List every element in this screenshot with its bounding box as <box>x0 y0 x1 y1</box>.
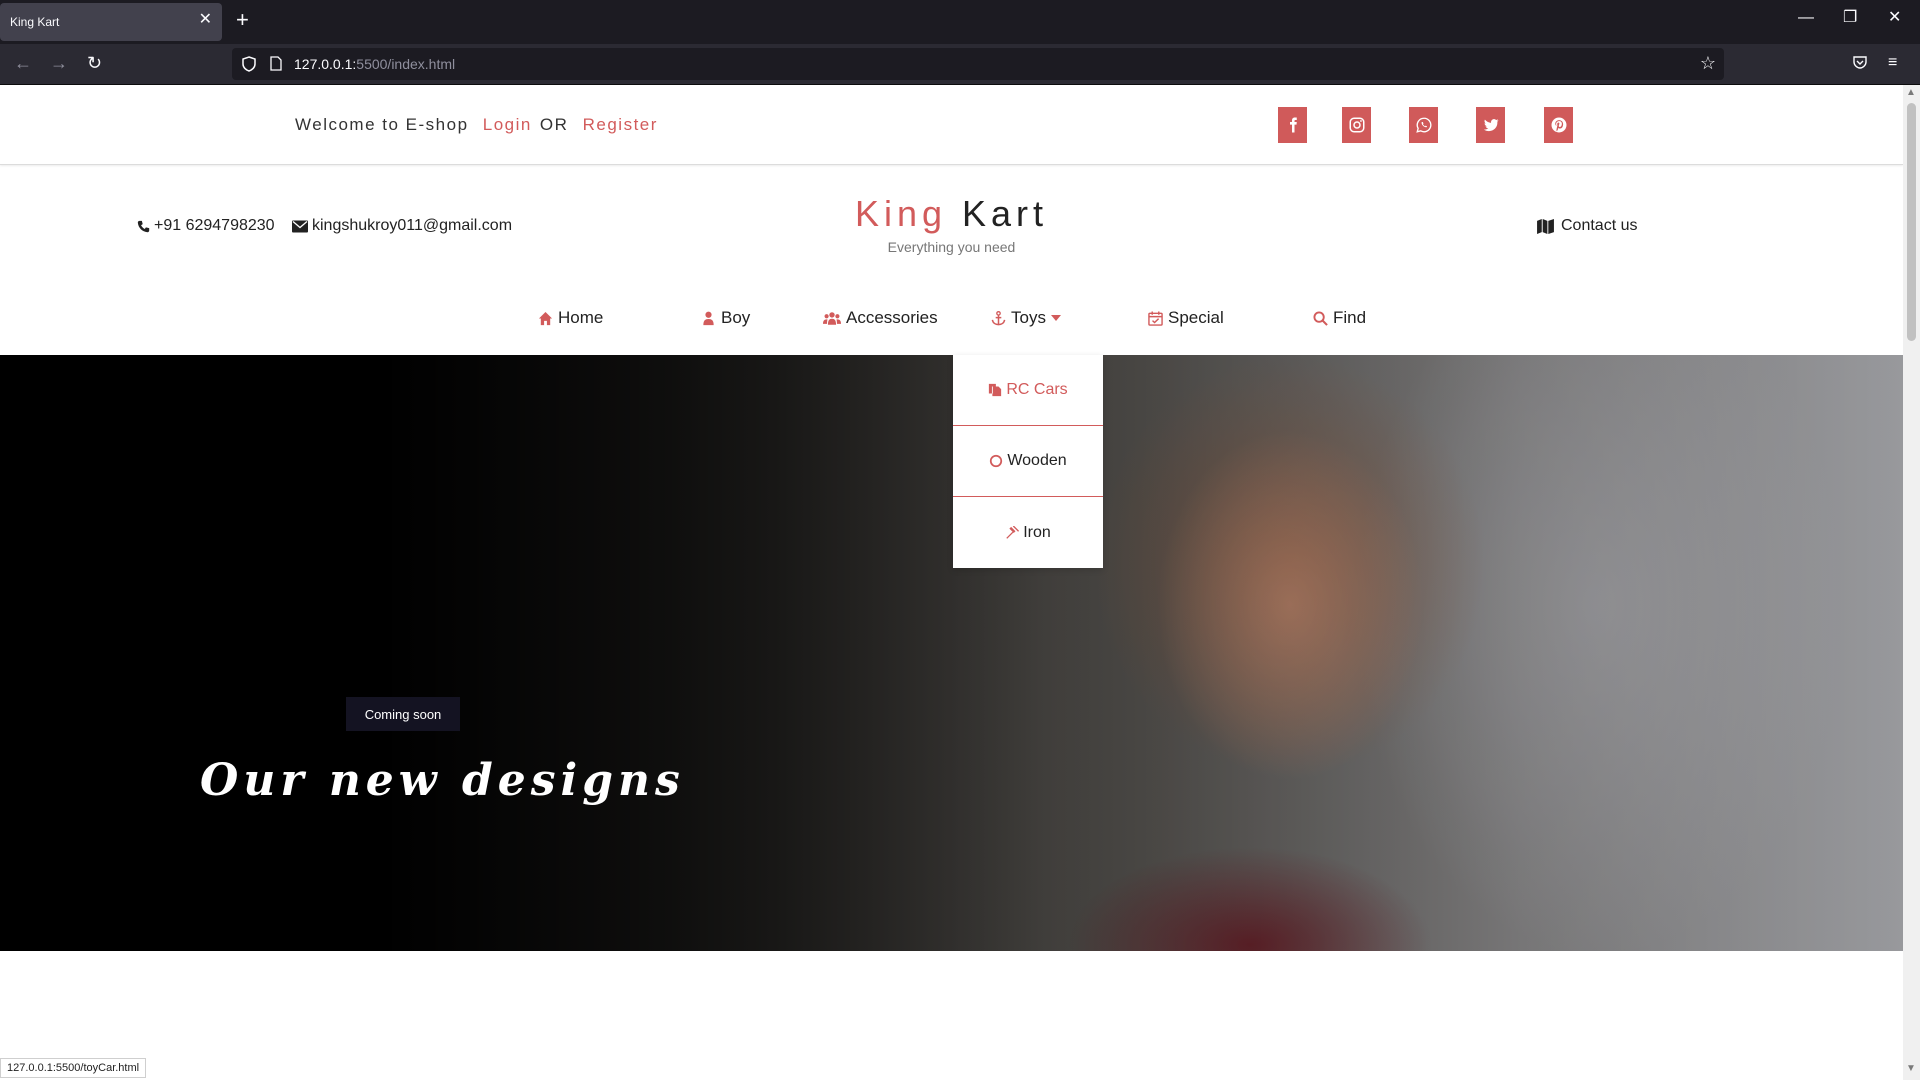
gavel-icon <box>1006 525 1020 539</box>
nav-special-label: Special <box>1168 308 1224 327</box>
brand-second: Kart <box>962 193 1049 234</box>
menu-icon[interactable]: ≡ <box>1888 54 1897 72</box>
twitter-icon[interactable] <box>1476 107 1505 143</box>
copy-icon <box>989 383 1002 397</box>
dropdown-item-iron[interactable]: Iron <box>953 497 1103 568</box>
top-bar: Welcome to E-shop Login OR Register <box>0 85 1903 165</box>
or-text: OR <box>539 115 569 134</box>
nav-find[interactable]: Find <box>1313 308 1366 328</box>
welcome-line: Welcome to E-shop Login OR Register <box>295 115 666 135</box>
browser-tab[interactable]: King Kart ✕ <box>0 3 222 41</box>
home-icon <box>538 311 553 325</box>
scroll-down-icon[interactable]: ▼ <box>1906 1063 1916 1074</box>
minimize-icon[interactable]: — <box>1798 10 1814 26</box>
new-tab-button[interactable]: + <box>236 9 249 31</box>
scroll-up-icon[interactable]: ▲ <box>1906 87 1916 98</box>
browser-titlebar: King Kart ✕ + — ❐ ✕ <box>0 0 1920 44</box>
map-icon <box>1537 218 1554 234</box>
back-icon[interactable]: ← <box>14 54 32 72</box>
circle-outline-icon <box>990 454 1003 468</box>
dropdown-item-label: Wooden <box>1007 452 1067 469</box>
brand-tagline: Everything you need <box>887 239 1016 255</box>
close-window-icon[interactable]: ✕ <box>1888 10 1901 26</box>
nav-toys-label: Toys <box>1011 308 1046 327</box>
register-link[interactable]: Register <box>583 115 658 134</box>
nav-toys[interactable]: Toys <box>991 308 1061 328</box>
calendar-check-icon <box>1148 310 1163 326</box>
instagram-icon[interactable] <box>1342 107 1371 143</box>
bookmark-star-icon[interactable]: ☆ <box>1700 53 1716 74</box>
hero-banner: Coming soon Our new designs <box>0 355 1903 951</box>
shield-icon[interactable] <box>242 56 256 77</box>
users-icon <box>823 311 841 325</box>
nav-accessories-label: Accessories <box>846 308 938 327</box>
hero-gradient-overlay <box>0 355 1903 951</box>
hero-title: Our new designs <box>200 755 685 806</box>
dropdown-item-label: Iron <box>1023 523 1051 541</box>
forward-icon[interactable]: → <box>50 54 68 72</box>
site-header <box>0 165 1903 305</box>
link-status-bar: 127.0.0.1:5500/toyCar.html <box>0 1058 147 1078</box>
nav-home[interactable]: Home <box>538 308 603 328</box>
web-page: Welcome to E-shop Login OR Register +91 6… <box>0 85 1903 1080</box>
browser-toolbar: ← → ↻ 127.0.0.1:5500/index.html ☆ ≡ <box>0 44 1920 85</box>
nav-special[interactable]: Special <box>1148 308 1224 328</box>
dropdown-item-label: RC Cars <box>1006 381 1068 398</box>
dropdown-item-rc-cars[interactable]: RC Cars <box>953 355 1103 426</box>
pinterest-icon[interactable] <box>1544 107 1573 143</box>
tab-close-icon[interactable]: ✕ <box>199 12 212 28</box>
nav-home-label: Home <box>558 308 604 327</box>
login-link[interactable]: Login <box>483 115 532 134</box>
welcome-text: Welcome to E-shop <box>295 115 469 134</box>
reload-icon[interactable]: ↻ <box>87 54 102 72</box>
nav-find-label: Find <box>1333 308 1367 327</box>
brand-first: King <box>854 193 947 234</box>
tab-title: King Kart <box>10 15 60 29</box>
coming-soon-badge: Coming soon <box>346 697 460 731</box>
url-text[interactable]: 127.0.0.1:5500/index.html <box>294 56 455 72</box>
url-bar[interactable]: 127.0.0.1:5500/index.html ☆ <box>232 48 1724 80</box>
search-icon <box>1313 310 1328 326</box>
facebook-icon[interactable] <box>1278 107 1307 143</box>
contact-us-label: Contact us <box>1561 217 1638 234</box>
caret-down-icon <box>1050 315 1061 321</box>
nav-boy[interactable]: Boy <box>701 308 750 328</box>
page-scrollbar[interactable]: ▲ ▼ <box>1903 85 1920 1080</box>
page-icon <box>270 56 282 76</box>
user-icon <box>703 311 714 325</box>
pocket-icon[interactable] <box>1852 54 1868 75</box>
dropdown-item-wooden[interactable]: Wooden <box>953 426 1103 497</box>
nav-accessories[interactable]: Accessories <box>823 308 938 328</box>
contact-us-link[interactable]: Contact us <box>1537 217 1637 235</box>
restore-icon[interactable]: ❐ <box>1843 10 1857 26</box>
scroll-thumb[interactable] <box>1907 103 1916 341</box>
whatsapp-icon[interactable] <box>1409 107 1438 143</box>
nav-boy-label: Boy <box>721 308 751 327</box>
toys-dropdown-menu: RC Cars Wooden Iron <box>953 355 1103 568</box>
anchor-icon <box>991 310 1006 325</box>
